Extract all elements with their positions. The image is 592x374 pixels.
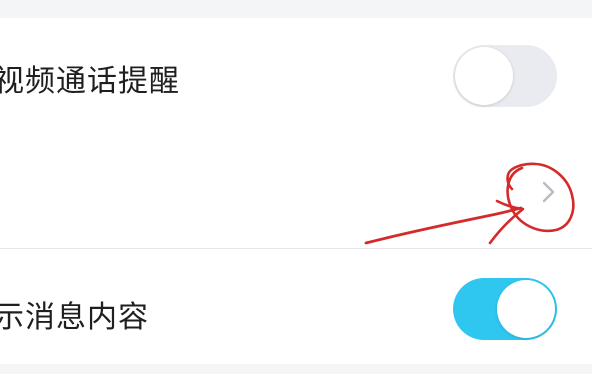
show-message-content-label: 示消息内容 (0, 300, 149, 335)
video-call-reminder-toggle[interactable] (453, 45, 557, 107)
toggle-knob (497, 280, 555, 338)
bottom-gap (0, 364, 592, 374)
show-message-content-toggle[interactable] (453, 278, 557, 340)
video-call-reminder-label: 视频通话提醒 (0, 64, 180, 99)
chevron-right-icon[interactable] (541, 181, 557, 203)
show-message-content-row[interactable]: 示消息内容 (0, 249, 592, 364)
chevron-row[interactable] (0, 133, 592, 248)
top-gap (0, 0, 592, 18)
video-call-reminder-row[interactable]: 视频通话提醒 (0, 18, 592, 133)
toggle-knob (455, 47, 513, 105)
